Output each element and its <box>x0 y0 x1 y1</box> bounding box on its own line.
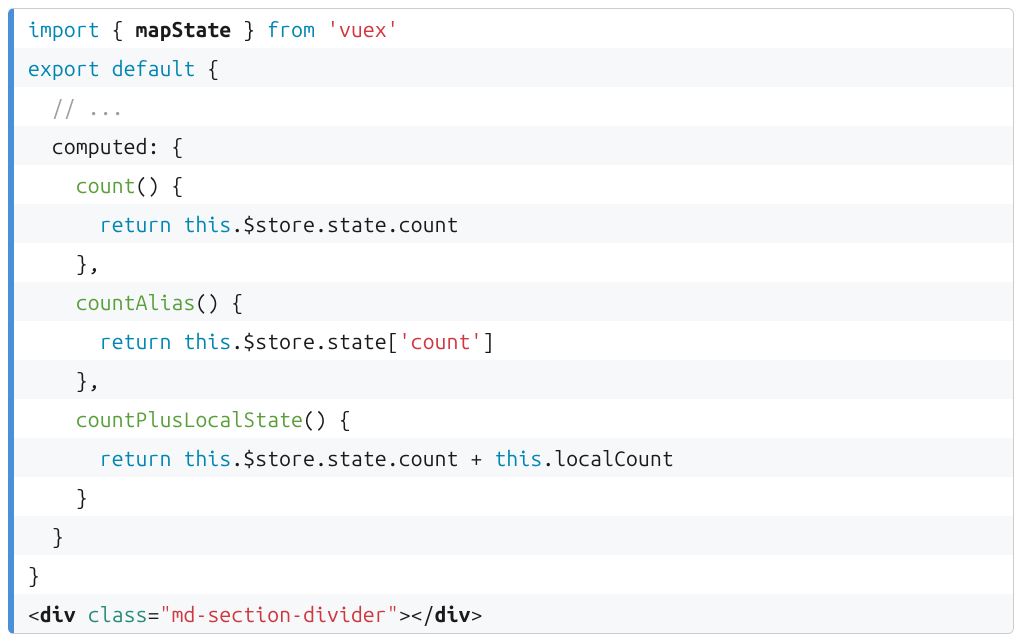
code-token <box>100 56 112 80</box>
code-line: } <box>14 477 1013 516</box>
code-token: () { <box>303 407 351 431</box>
code-block: import { mapState } from 'vuex'export de… <box>8 8 1014 634</box>
code-line: computed: { <box>14 126 1013 165</box>
code-line: }, <box>14 243 1013 282</box>
code-token: "md-section-divider" <box>160 602 399 626</box>
code-token: 'vuex' <box>327 17 399 41</box>
code-token: computed: { <box>28 134 183 158</box>
code-line: return this.$store.state['count'] <box>14 321 1013 360</box>
code-token: .localCount <box>542 446 674 470</box>
code-token: } <box>231 17 267 41</box>
code-token: 'count' <box>399 329 483 353</box>
code-token: { <box>100 17 136 41</box>
code-line: return this.$store.state.count + this.lo… <box>14 438 1013 477</box>
code-token <box>28 407 76 431</box>
code-token: .$store.state.count <box>231 212 458 236</box>
code-token: from <box>267 17 315 41</box>
code-token: } <box>28 563 40 587</box>
code-token: ></ <box>399 602 435 626</box>
code-token: } <box>28 485 88 509</box>
code-token: () { <box>195 290 243 314</box>
code-token: mapState <box>136 17 232 41</box>
code-token: return <box>100 329 172 353</box>
code-token: ] <box>483 329 495 353</box>
code-token: return <box>100 446 172 470</box>
code-token: () { <box>136 173 184 197</box>
code-token: countPlusLocalState <box>76 407 303 431</box>
code-token <box>172 212 184 236</box>
code-token <box>28 173 76 197</box>
code-token: count <box>76 173 136 197</box>
code-token: = <box>148 602 160 626</box>
code-line: countAlias() { <box>14 282 1013 321</box>
code-token: div <box>435 602 471 626</box>
code-token: class <box>88 602 148 626</box>
code-token <box>76 602 88 626</box>
code-token <box>28 329 100 353</box>
code-token: { <box>195 56 219 80</box>
code-token: countAlias <box>76 290 196 314</box>
code-token: this <box>184 212 232 236</box>
code-token: } <box>28 524 64 548</box>
code-token: div <box>40 602 76 626</box>
code-token <box>172 329 184 353</box>
code-token <box>28 290 76 314</box>
code-line: // ... <box>14 87 1013 126</box>
code-token: export <box>28 56 100 80</box>
code-line: <div class="md-section-divider"></div> <box>14 594 1013 633</box>
code-token: // ... <box>52 95 124 119</box>
code-token <box>28 446 100 470</box>
code-token <box>28 212 100 236</box>
code-line: }, <box>14 360 1013 399</box>
code-token: this <box>184 329 232 353</box>
code-token: < <box>28 602 40 626</box>
code-token: > <box>471 602 483 626</box>
code-line: return this.$store.state.count <box>14 204 1013 243</box>
code-token: return <box>100 212 172 236</box>
code-token <box>315 17 327 41</box>
code-line: count() { <box>14 165 1013 204</box>
code-token: }, <box>28 251 100 275</box>
code-token: this <box>494 446 542 470</box>
code-token: .$store.state.count + <box>231 446 494 470</box>
code-token: import <box>28 17 100 41</box>
code-line: } <box>14 555 1013 594</box>
code-token: this <box>184 446 232 470</box>
code-line: countPlusLocalState() { <box>14 399 1013 438</box>
code-token <box>28 95 52 119</box>
code-token: default <box>112 56 196 80</box>
code-line: } <box>14 516 1013 555</box>
code-token: }, <box>28 368 100 392</box>
code-token <box>172 446 184 470</box>
code-line: export default { <box>14 48 1013 87</box>
code-token: .$store.state[ <box>231 329 398 353</box>
code-line: import { mapState } from 'vuex' <box>14 9 1013 48</box>
